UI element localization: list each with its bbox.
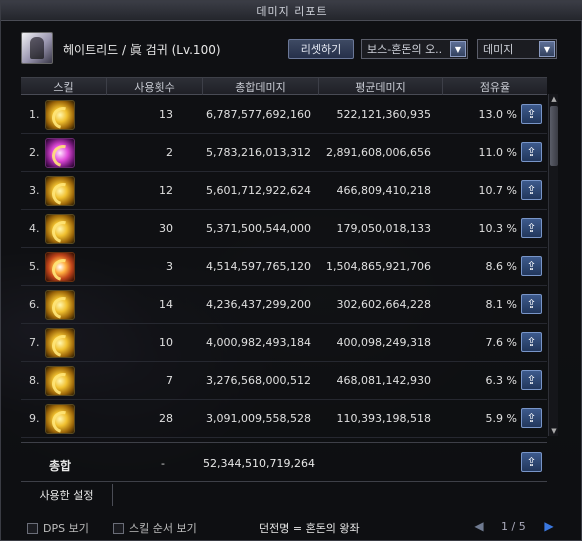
reset-button[interactable]: 리셋하기 xyxy=(288,39,354,59)
total-damage: 52,344,510,719,264 xyxy=(203,457,315,470)
window-title: 데미지 리포트 xyxy=(256,4,328,18)
dungeon-name: 던전명 = 혼돈의 왕좌 xyxy=(259,522,360,535)
damage-table: 스킬 사용횟수 총합데미지 평균데미지 점유율 1. 13 6,787,577,… xyxy=(21,77,547,438)
column-total: 총합데미지 xyxy=(203,78,319,95)
table-row: 9. 28 3,091,009,558,528 110,393,198,518 … xyxy=(21,400,547,438)
chevron-down-icon[interactable]: ▼ xyxy=(450,41,466,57)
table-row: 1. 13 6,787,577,692,160 522,121,360,935 … xyxy=(21,96,547,134)
damage-report-window: 데미지 리포트 헤이트리드 / 眞 검귀 (Lv.100) 리셋하기 보스-혼돈… xyxy=(0,0,582,541)
report-header: 헤이트리드 / 眞 검귀 (Lv.100) 리셋하기 보스-혼돈의 오.. ▼ … xyxy=(1,27,582,71)
golden-slash-icon xyxy=(45,290,75,320)
scroll-down-icon[interactable]: ▼ xyxy=(549,426,559,436)
share-button[interactable]: ⇪ xyxy=(521,218,542,238)
share-button[interactable]: ⇪ xyxy=(521,104,542,124)
pagination: ◀ 1 / 5 ▶ xyxy=(471,516,559,538)
dps-checkbox[interactable]: DPS 보기 xyxy=(27,520,89,536)
checkbox-icon[interactable] xyxy=(27,522,38,534)
golden-slash-icon xyxy=(45,176,75,206)
next-page-icon[interactable]: ▶ xyxy=(541,518,557,534)
prev-page-icon[interactable]: ◀ xyxy=(471,518,487,534)
character-name: 헤이트리드 / 眞 검귀 (Lv.100) xyxy=(63,43,221,57)
table-scrollbar[interactable]: ▲ ▼ xyxy=(548,94,558,436)
share-button[interactable]: ⇪ xyxy=(521,370,542,390)
chevron-down-icon[interactable]: ▼ xyxy=(539,41,555,57)
share-button[interactable]: ⇪ xyxy=(521,256,542,276)
share-button[interactable]: ⇪ xyxy=(521,294,542,314)
table-header: 스킬 사용횟수 총합데미지 평균데미지 점유율 xyxy=(21,78,547,95)
column-count: 사용횟수 xyxy=(107,78,203,95)
column-skill: 스킬 xyxy=(21,78,107,95)
title-bar[interactable]: 데미지 리포트 xyxy=(1,1,582,21)
bottom-bar: DPS 보기 스킬 순서 보기 던전명 = 혼돈의 왕좌 ◀ 1 / 5 ▶ xyxy=(1,513,582,541)
scroll-thumb[interactable] xyxy=(550,106,558,166)
table-row: 5. 3 4,514,597,765,120 1,504,865,921,706… xyxy=(21,248,547,286)
golden-slash-icon xyxy=(45,214,75,244)
burst-icon xyxy=(45,252,75,282)
golden-slash-icon xyxy=(45,100,75,130)
purple-blade-icon xyxy=(45,138,75,168)
checkbox-icon[interactable] xyxy=(113,522,124,534)
skill-order-checkbox[interactable]: 스킬 순서 보기 xyxy=(113,520,197,536)
total-label: 총합 xyxy=(49,459,72,473)
table-row: 8. 7 3,276,568,000,512 468,081,142,930 6… xyxy=(21,362,547,400)
scroll-up-icon[interactable]: ▲ xyxy=(549,94,559,104)
boss-select-value: 보스-혼돈의 오.. xyxy=(367,43,443,56)
type-select[interactable]: 데미지 ▼ xyxy=(477,39,557,59)
share-button[interactable]: ⇪ xyxy=(521,332,542,352)
total-count: - xyxy=(161,457,165,470)
table-row: 7. 10 4,000,982,493,184 400,098,249,318 … xyxy=(21,324,547,362)
page-indicator: 1 / 5 xyxy=(501,520,526,533)
share-button[interactable]: ⇪ xyxy=(521,408,542,428)
boss-select[interactable]: 보스-혼돈의 오.. ▼ xyxy=(361,39,468,59)
character-avatar xyxy=(21,32,53,64)
golden-warrior-icon xyxy=(45,366,75,396)
golden-slash-icon xyxy=(45,404,75,434)
share-button[interactable]: ⇪ xyxy=(521,180,542,200)
total-row: 총합 - 52,344,510,719,264 ⇪ xyxy=(21,442,547,482)
table-row: 4. 30 5,371,500,544,000 179,050,018,133 … xyxy=(21,210,547,248)
column-share: 점유율 xyxy=(479,80,511,94)
golden-slash-icon xyxy=(45,328,75,358)
table-row: 6. 14 4,236,437,299,200 302,602,664,228 … xyxy=(21,286,547,324)
type-select-value: 데미지 xyxy=(483,43,514,56)
share-button[interactable]: ⇪ xyxy=(521,142,542,162)
table-row: 2. 2 5,783,216,013,312 2,891,608,006,656… xyxy=(21,134,547,172)
column-avg: 평균데미지 xyxy=(319,78,443,95)
share-button[interactable]: ⇪ xyxy=(521,452,542,472)
used-setting-tab[interactable]: 사용한 설정 xyxy=(21,484,113,506)
table-row: 3. 12 5,601,712,922,624 466,809,410,218 … xyxy=(21,172,547,210)
